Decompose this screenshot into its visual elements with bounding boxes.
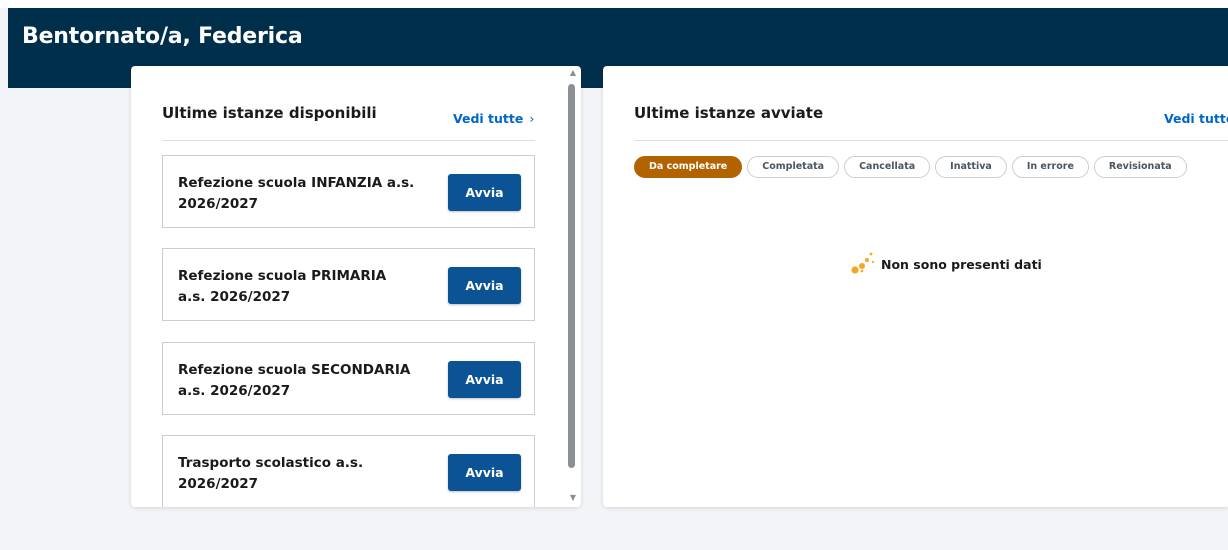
see-all-label: Vedi tutte [1164,111,1228,126]
divider [634,140,1228,141]
welcome-title: Bentornato/a, Federica [22,24,303,49]
started-card-title: Ultime istanze avviate [634,104,824,122]
status-filter-group: Da completare Completata Cancellata Inattiv… [634,156,1192,178]
instance-title: Trasporto scolastico a.s. 2026/2027 [178,455,364,492]
divider [162,140,535,141]
filter-chip-da-completare[interactable]: Da completare [634,156,743,178]
filter-chip-revisionata[interactable]: Revisionata [1093,156,1187,178]
filter-chip-cancellata[interactable]: Cancellata [844,156,931,178]
left-card-scrollbar[interactable]: ▲ ▼ [566,66,581,507]
scroll-thumb[interactable] [568,84,575,468]
start-button[interactable]: Avvia [448,174,521,211]
top-margin [0,0,1228,8]
started-instances-card: Ultime istanze avviate Vedi tutte Da com… [603,66,1228,507]
orange-dots-icon [851,252,875,274]
scroll-up-arrow-icon[interactable]: ▲ [568,68,578,78]
instance-title: Refezione scuola SECONDARIA a.s. 2026/20… [178,362,411,399]
instance-item: Refezione scuola SECONDARIA a.s. 2026/20… [162,342,535,415]
filter-chip-in-errore[interactable]: In errore [1011,156,1089,178]
chevron-right-icon: › [529,111,535,126]
see-all-label: Vedi tutte [453,111,524,126]
start-button[interactable]: Avvia [448,267,521,304]
scroll-down-arrow-icon[interactable]: ▼ [568,493,578,503]
instance-item: Refezione scuola PRIMARIA a.s. 2026/2027… [162,248,535,321]
filter-chip-inattiva[interactable]: Inattiva [935,156,1007,178]
available-instances-card: Ultime istanze disponibili Vedi tutte › R… [131,66,581,507]
instance-item: Refezione scuola INFANZIA a.s. 2026/2027… [162,155,535,228]
available-see-all-link[interactable]: Vedi tutte › [453,111,534,126]
instance-item: Trasporto scolastico a.s. 2026/2027 Avvi… [162,435,535,507]
start-button[interactable]: Avvia [448,454,521,491]
filter-chip-completata[interactable]: Completata [747,156,840,178]
available-card-title: Ultime istanze disponibili [162,104,377,122]
empty-state-message: Non sono presenti dati [881,257,1042,272]
start-button[interactable]: Avvia [448,361,521,398]
instance-title: Refezione scuola INFANZIA a.s. 2026/2027 [178,175,415,212]
instance-title: Refezione scuola PRIMARIA a.s. 2026/2027 [178,268,387,305]
started-see-all-link[interactable]: Vedi tutte [1164,111,1228,126]
